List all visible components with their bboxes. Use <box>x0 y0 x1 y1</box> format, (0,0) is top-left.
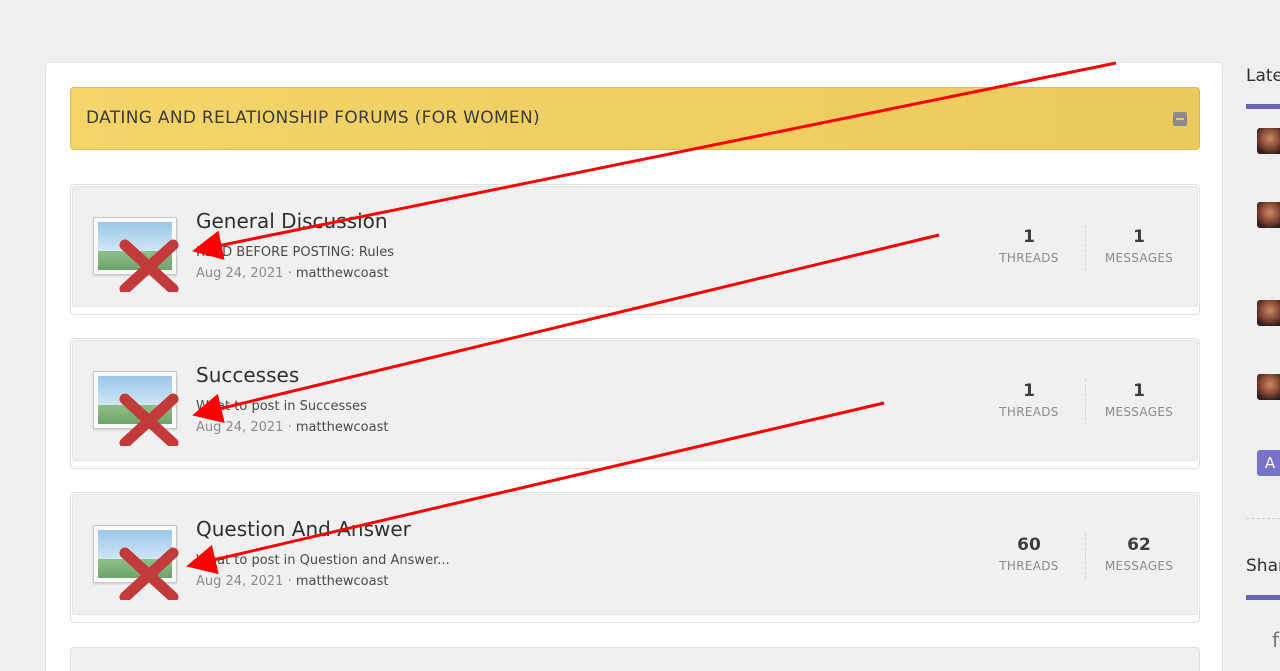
facebook-icon[interactable]: f <box>1272 628 1279 652</box>
latest-author[interactable]: matthewcoast <box>296 420 389 435</box>
threads-label: THREADS <box>999 251 1059 265</box>
broken-image-icon <box>93 525 181 600</box>
messages-stat: 62 MESSAGES <box>1091 535 1187 573</box>
latest-date: Aug 24, 2021 <box>196 574 284 589</box>
latest-meta: Aug 24, 2021 · matthewcoast <box>196 266 388 281</box>
avatar[interactable] <box>1257 374 1280 400</box>
forum-node-general-discussion: General Discussion READ BEFORE POSTING: … <box>70 184 1200 315</box>
meta-separator: · <box>287 420 292 435</box>
threads-count: 1 <box>1023 227 1035 247</box>
latest-thread-link[interactable]: What to post in Question and Answer... <box>196 553 450 568</box>
latest-meta: Aug 24, 2021 · matthewcoast <box>196 420 388 435</box>
avatar-letter[interactable]: A <box>1257 450 1280 476</box>
latest-date: Aug 24, 2021 <box>196 266 284 281</box>
meta-separator: · <box>287 266 292 281</box>
latest-thread-link[interactable]: What to post in Successes <box>196 399 367 414</box>
forum-node-partial <box>70 647 1200 671</box>
latest-author[interactable]: matthewcoast <box>296 266 389 281</box>
sidebar-latest-heading: Late <box>1246 66 1280 86</box>
broken-image-icon <box>93 371 181 446</box>
threads-stat: 1 THREADS <box>981 227 1077 265</box>
sidebar-heading-rule <box>1246 595 1280 600</box>
messages-count: 62 <box>1127 535 1151 555</box>
meta-separator: · <box>287 574 292 589</box>
threads-stat: 1 THREADS <box>981 381 1077 419</box>
threads-label: THREADS <box>999 559 1059 573</box>
forum-title[interactable]: Question And Answer <box>196 517 411 541</box>
sidebar-divider <box>1246 518 1280 519</box>
category-header[interactable]: DATING AND RELATIONSHIP FORUMS (FOR WOME… <box>70 87 1200 150</box>
forum-node-successes: Successes What to post in Successes Aug … <box>70 338 1200 469</box>
threads-label: THREADS <box>999 405 1059 419</box>
forum-title[interactable]: Successes <box>196 363 299 387</box>
threads-count: 1 <box>1023 381 1035 401</box>
sidebar-share-heading: Shar <box>1246 556 1280 576</box>
avatar[interactable] <box>1257 202 1280 228</box>
forum-node-body: General Discussion READ BEFORE POSTING: … <box>72 186 1198 307</box>
messages-count: 1 <box>1133 381 1145 401</box>
avatar[interactable] <box>1257 128 1280 154</box>
forum-node-body: Question And Answer What to post in Ques… <box>72 494 1198 615</box>
forum-node-body: Successes What to post in Successes Aug … <box>72 340 1198 461</box>
messages-label: MESSAGES <box>1104 559 1174 573</box>
avatar[interactable] <box>1257 300 1280 326</box>
minus-square-icon[interactable] <box>1173 112 1187 126</box>
latest-meta: Aug 24, 2021 · matthewcoast <box>196 574 388 589</box>
messages-label: MESSAGES <box>1104 405 1174 419</box>
threads-stat: 60 THREADS <box>981 535 1077 573</box>
stat-divider <box>1085 379 1086 425</box>
sidebar-heading-rule <box>1246 104 1280 109</box>
latest-thread-link[interactable]: READ BEFORE POSTING: Rules <box>196 245 394 260</box>
broken-image-icon <box>93 217 181 292</box>
stat-divider <box>1085 533 1086 579</box>
latest-date: Aug 24, 2021 <box>196 420 284 435</box>
forum-title[interactable]: General Discussion <box>196 209 388 233</box>
messages-label: MESSAGES <box>1104 251 1174 265</box>
threads-count: 60 <box>1017 535 1041 555</box>
messages-count: 1 <box>1133 227 1145 247</box>
forum-node-question-and-answer: Question And Answer What to post in Ques… <box>70 492 1200 623</box>
category-title[interactable]: DATING AND RELATIONSHIP FORUMS (FOR WOME… <box>86 108 540 128</box>
messages-stat: 1 MESSAGES <box>1091 227 1187 265</box>
stat-divider <box>1085 225 1086 271</box>
messages-stat: 1 MESSAGES <box>1091 381 1187 419</box>
latest-author[interactable]: matthewcoast <box>296 574 389 589</box>
